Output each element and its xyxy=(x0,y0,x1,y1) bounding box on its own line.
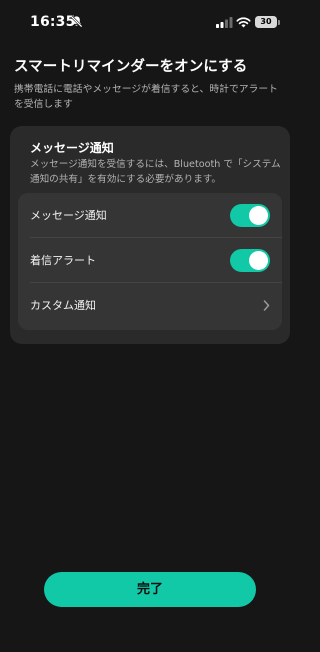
message-notification-card: メッセージ通知 メッセージ通知を受信するには、Bluetooth で「システム通… xyxy=(10,126,290,344)
row-incoming-alert: 着信アラート xyxy=(18,238,282,283)
bell-off-icon xyxy=(70,15,83,28)
incoming-alert-toggle[interactable] xyxy=(230,249,270,272)
row-custom-notification[interactable]: カスタム通知 xyxy=(18,283,282,328)
chevron-right-icon xyxy=(263,300,270,311)
message-notification-toggle[interactable] xyxy=(230,204,270,227)
status-time: 16:35 xyxy=(30,14,76,30)
row-label: 着信アラート xyxy=(30,254,96,267)
cellular-signal-icon xyxy=(216,17,233,28)
card-description: メッセージ通知を受信するには、Bluetooth で「システム通知の共有」を有効… xyxy=(30,159,281,185)
settings-list: メッセージ通知 着信アラート カスタム通知 xyxy=(18,193,282,330)
done-button[interactable]: 完了 xyxy=(44,572,256,607)
page-subtitle: 携帯電話に電話やメッセージが着信すると、時計でアラートを受信します xyxy=(14,84,278,110)
row-message-notification: メッセージ通知 xyxy=(18,193,282,238)
screen: 16:35 30 スマートリマインダーをオンにする 携帯電話に電話やメッセージが… xyxy=(0,0,300,652)
status-bar: 16:35 30 xyxy=(0,0,300,44)
row-label: メッセージ通知 xyxy=(30,209,107,222)
row-label: カスタム通知 xyxy=(30,299,96,312)
wifi-icon xyxy=(236,17,251,28)
card-title: メッセージ通知 xyxy=(30,141,114,155)
battery-tip xyxy=(278,19,280,25)
toggle-knob xyxy=(249,251,268,270)
battery-icon: 30 xyxy=(255,16,277,28)
page-title: スマートリマインダーをオンにする xyxy=(14,59,248,75)
toggle-knob xyxy=(249,206,268,225)
